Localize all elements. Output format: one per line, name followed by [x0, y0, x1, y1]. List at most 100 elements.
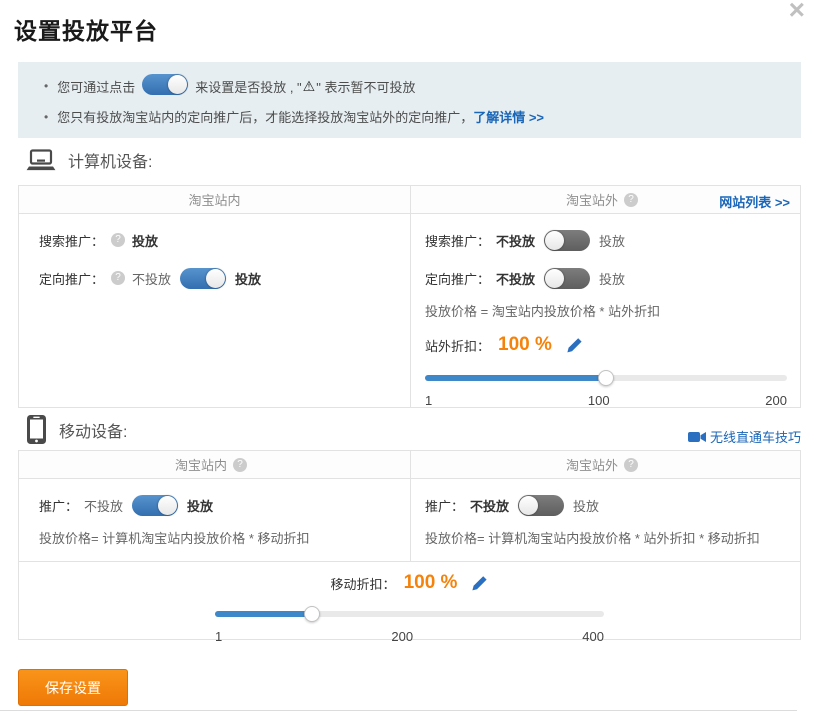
computer-onsite-cell: 搜索推广： ? 投放 定向推广： ? 不投放 投放: [19, 214, 410, 407]
dialog-bottom-border: [0, 710, 797, 711]
mobile-offsite-header: 淘宝站外 ?: [410, 451, 800, 478]
example-toggle-wrap: [135, 74, 195, 98]
wireless-tips-link[interactable]: 无线直通车技巧: [688, 427, 801, 446]
computer-onsite-header-label: 淘宝站内: [188, 190, 240, 209]
mobile-discount-slider: [215, 606, 604, 622]
slider-fill: [215, 611, 312, 617]
row-label: 推广：: [425, 496, 464, 515]
on-label: 投放: [187, 496, 213, 515]
on-label: 投放: [573, 496, 599, 515]
edit-pencil-icon[interactable]: [566, 337, 583, 354]
on-label: 投放: [235, 269, 261, 288]
mobile-offsite-header-label: 淘宝站外: [566, 455, 618, 474]
off-label: 不投放: [84, 496, 123, 515]
offsite-discount-label: 站外折扣：: [425, 336, 490, 355]
help-icon[interactable]: ?: [111, 233, 125, 247]
help-icon[interactable]: ?: [624, 193, 638, 207]
mobile-onsite-promo-row: 推广： 不投放 投放: [39, 491, 396, 519]
help-icon[interactable]: ?: [233, 458, 247, 472]
mobile-discount-label: 移动折扣：: [331, 574, 396, 593]
mobile-discount-line: 移动折扣： 100 %: [19, 562, 800, 596]
video-camera-icon: [688, 431, 706, 443]
wireless-tips-label: 无线直通车技巧: [710, 427, 801, 446]
example-toggle-icon: [142, 74, 188, 95]
page-title: 设置投放平台: [14, 12, 158, 46]
slider-min-label: 1: [425, 393, 432, 408]
toggle-switch[interactable]: [518, 495, 564, 516]
mobile-onsite-price-formula: 投放价格= 计算机淘宝站内投放价格 * 移动折扣: [39, 529, 396, 549]
computer-section-header: 计算机设备:: [26, 148, 152, 172]
set-platform-dialog: 设置投放平台 × • 您可通过点击 来设置是否投放 , " ⚠ " 表示暂不可投…: [0, 0, 819, 714]
row-label: 搜索推广：: [39, 231, 104, 250]
mobile-discount-value: 100 %: [404, 572, 458, 594]
offsite-discount-value: 100 %: [498, 334, 552, 356]
offsite-discount-slider: [425, 370, 787, 386]
mobile-offsite-cell: 推广： 不投放 投放 投放价格= 计算机淘宝站内投放价格 * 站外折扣 * 移动…: [410, 479, 800, 561]
offsite-discount-line: 站外折扣： 100 %: [425, 332, 787, 358]
slider-knob[interactable]: [598, 370, 614, 386]
computer-offsite-header: 淘宝站外 ? 网站列表 >>: [410, 186, 800, 213]
slider-knob[interactable]: [304, 606, 320, 622]
mobile-slider-labels: 1 200 400: [215, 629, 604, 644]
notice-line-1: • 您可通过点击 来设置是否投放 , " ⚠ " 表示暂不可投放: [44, 74, 801, 98]
computer-table-header: 淘宝站内 淘宝站外 ? 网站列表 >>: [19, 186, 800, 214]
bullet-icon: •: [44, 79, 48, 93]
mobile-onsite-header-label: 淘宝站内: [175, 455, 227, 474]
computer-offsite-cell: 搜索推广： 不投放 投放 定向推广： 不投放 投放 投放价格 = 淘宝站内投放价…: [410, 214, 801, 407]
notice-box: • 您可通过点击 来设置是否投放 , " ⚠ " 表示暂不可投放 • 您只有投放…: [18, 62, 801, 138]
offsite-slider-labels: 1 100 200: [425, 393, 787, 408]
off-label: 不投放: [496, 269, 535, 288]
learn-more-link[interactable]: 了解详情 >>: [473, 107, 544, 126]
help-icon[interactable]: ?: [624, 458, 638, 472]
notice1-mid: 来设置是否投放 , ": [195, 77, 301, 96]
mobile-offsite-promo-row: 推广： 不投放 投放: [425, 491, 786, 519]
site-list-link[interactable]: 网站列表 >>: [719, 192, 790, 211]
mobile-table-header: 淘宝站内 ? 淘宝站外 ?: [19, 451, 800, 479]
onsite-target-promo-row: 定向推广： ? 不投放 投放: [39, 264, 396, 292]
notice2-text: 您只有投放淘宝站内的定向推广后，才能选择投放淘宝站外的定向推广，: [57, 107, 473, 126]
warning-icon: ⚠: [303, 78, 316, 95]
mobile-onsite-header: 淘宝站内 ?: [19, 451, 410, 478]
mobile-discount-row: 移动折扣： 100 % 1 200 400: [19, 561, 800, 639]
toggle-switch[interactable]: [180, 268, 226, 289]
off-label: 不投放: [132, 269, 171, 288]
mobile-onsite-cell: 推广： 不投放 投放 投放价格= 计算机淘宝站内投放价格 * 移动折扣: [19, 479, 410, 561]
slider-fill: [425, 375, 606, 381]
mobile-table: 淘宝站内 ? 淘宝站外 ? 推广： 不投放 投放 投放价格= 计算机淘宝站内投放…: [18, 450, 801, 640]
off-label: 不投放: [470, 496, 509, 515]
toggle-switch[interactable]: [132, 495, 178, 516]
help-icon[interactable]: ?: [111, 271, 125, 285]
bullet-icon: •: [44, 110, 48, 124]
phone-icon: [26, 414, 47, 445]
offsite-search-promo-row: 搜索推广： 不投放 投放: [425, 226, 787, 254]
row-label: 搜索推广：: [425, 231, 490, 250]
close-icon[interactable]: ×: [789, 0, 805, 26]
off-label: 不投放: [496, 231, 535, 250]
slider-mid-label: 200: [391, 629, 413, 644]
on-label: 投放: [599, 231, 625, 250]
toggle-switch[interactable]: [544, 268, 590, 289]
slider-mid-label: 100: [588, 393, 610, 408]
on-label: 投放: [599, 269, 625, 288]
notice-line-2: • 您只有投放淘宝站内的定向推广后，才能选择投放淘宝站外的定向推广， 了解详情 …: [44, 107, 801, 126]
computer-table: 淘宝站内 淘宝站外 ? 网站列表 >> 搜索推广： ? 投放 定向推广： ? 不…: [18, 185, 801, 408]
computer-offsite-header-label: 淘宝站外: [566, 190, 618, 209]
onsite-search-promo-row: 搜索推广： ? 投放: [39, 226, 396, 254]
laptop-icon: [26, 149, 56, 172]
slider-min-label: 1: [215, 629, 222, 644]
computer-onsite-header: 淘宝站内: [19, 186, 410, 213]
on-label: 投放: [132, 231, 158, 250]
notice1-pre: 您可通过点击: [57, 77, 135, 96]
slider-max-label: 400: [582, 629, 604, 644]
save-settings-button[interactable]: 保存设置: [18, 669, 128, 706]
notice1-post: " 表示暂不可投放: [316, 77, 415, 96]
mobile-section-header: 移动设备:: [26, 414, 127, 445]
toggle-switch[interactable]: [544, 230, 590, 251]
computer-section-title: 计算机设备:: [68, 148, 152, 172]
row-label: 定向推广：: [39, 269, 104, 288]
row-label: 定向推广：: [425, 269, 490, 288]
row-label: 推广：: [39, 496, 78, 515]
mobile-section-title: 移动设备:: [59, 418, 127, 442]
slider-max-label: 200: [765, 393, 787, 408]
edit-pencil-icon[interactable]: [471, 575, 488, 592]
